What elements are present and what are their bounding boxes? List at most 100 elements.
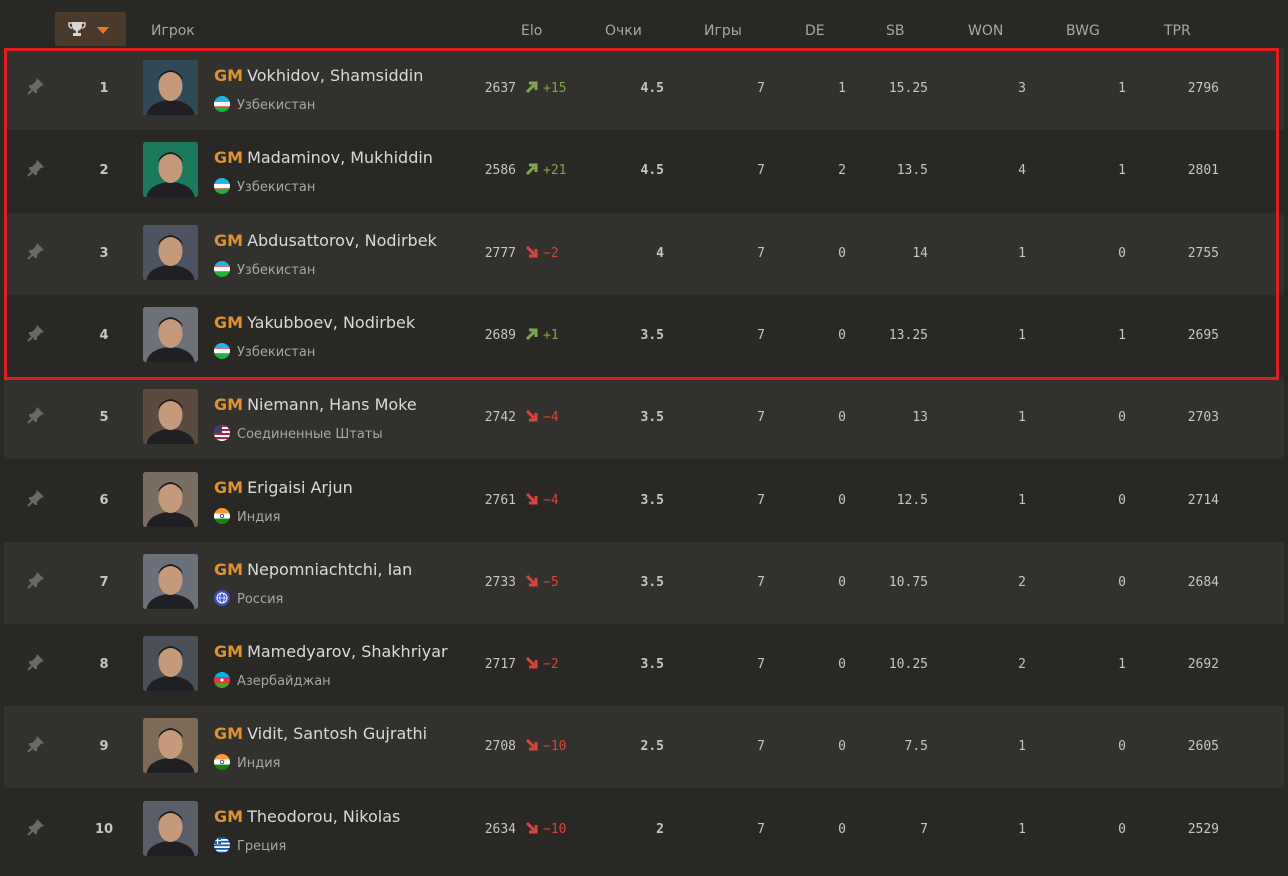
player-title: GM	[214, 806, 244, 826]
table-row[interactable]: 1 GM Vokhidov, Shamsiddin Узбекистан 2637 +15…	[4, 48, 1284, 130]
table-row[interactable]: 6 GM Erigaisi Arjun Индия 2761 −4 3.5 7 0 12.5 1 0 2…	[4, 459, 1284, 542]
rank: 4	[99, 327, 109, 343]
pin-icon[interactable]	[26, 570, 46, 590]
player-name[interactable]: GM Erigaisi Arjun	[214, 478, 353, 498]
table-row[interactable]: 2 GM Madaminov, Mukhiddin Узбекистан 2586 +21…	[4, 130, 1284, 213]
table-row[interactable]: 8 GM Mamedyarov, Shakhriyar Азербайджан 2717…	[4, 624, 1284, 707]
player-name[interactable]: GM Niemann, Hans Moke	[214, 395, 417, 415]
pin-icon[interactable]	[26, 734, 46, 754]
elo-value: 2733	[484, 574, 516, 590]
col-sb[interactable]: SB	[886, 0, 905, 48]
col-elo[interactable]: Elo	[521, 0, 542, 48]
flag-icon	[214, 672, 230, 689]
avatar[interactable]	[143, 718, 198, 774]
table-row[interactable]: 4 GM Yakubboev, Nodirbek Узбекистан 2689 +1 3.…	[4, 294, 1284, 377]
player-name-text[interactable]: Vokhidov, Shamsiddin	[247, 66, 423, 85]
arrow-down-icon	[525, 574, 538, 587]
elo-value: 2742	[484, 410, 516, 426]
avatar[interactable]	[143, 224, 198, 280]
rating-change-value: −4	[543, 492, 559, 508]
elo-value: 2586	[484, 163, 516, 179]
player-name[interactable]: GM Madaminov, Mukhiddin	[214, 148, 433, 168]
player-name[interactable]: GM Nepomniachtchi, Ian	[214, 560, 412, 580]
player-name[interactable]: GM Yakubboev, Nodirbek	[214, 313, 415, 333]
points-value: 3.5	[640, 657, 664, 673]
col-de[interactable]: DE	[805, 0, 825, 48]
table-row[interactable]: 3 GM Abdusattorov, Nodirbek Узбекистан 2777 −…	[4, 212, 1284, 295]
points-value: 3.5	[640, 410, 664, 426]
player-name[interactable]: GM Theodorou, Nikolas	[214, 807, 400, 827]
table-row[interactable]: 10 GM Theodorou, Nikolas Греция 2634 −10 2 7 0 7 1…	[4, 788, 1284, 871]
player-name-text[interactable]: Vidit, Santosh Gujrathi	[247, 724, 427, 743]
avatar[interactable]	[143, 800, 198, 856]
pin-icon[interactable]	[26, 488, 46, 508]
avatar[interactable]	[143, 60, 198, 115]
pin-icon[interactable]	[26, 76, 46, 96]
player-name-text[interactable]: Niemann, Hans Moke	[247, 395, 417, 414]
avatar[interactable]	[143, 471, 198, 527]
federation-name: Греция	[237, 838, 287, 854]
player-title: GM	[214, 642, 244, 662]
games-value: 7	[757, 739, 765, 755]
player-title: GM	[214, 148, 244, 168]
won-value: 1	[1018, 410, 1026, 426]
federation: Узбекистан	[214, 96, 315, 115]
player-name-text[interactable]: Abdusattorov, Nodirbek	[247, 231, 437, 250]
rank: 7	[99, 574, 109, 590]
won-value: 4	[1018, 163, 1026, 179]
col-points[interactable]: Очки	[605, 0, 642, 48]
pin-icon[interactable]	[26, 323, 46, 343]
rating-change: +1	[525, 295, 575, 377]
tpr-value: 2684	[1187, 574, 1219, 590]
table-row[interactable]: 9 GM Vidit, Santosh Gujrathi Индия 2708 −10 2.…	[4, 706, 1284, 789]
pin-icon[interactable]	[26, 817, 46, 837]
player-name-text[interactable]: Mamedyarov, Shakhriyar	[247, 642, 448, 661]
col-tpr[interactable]: TPR	[1164, 0, 1191, 48]
avatar[interactable]	[143, 142, 198, 198]
player-name[interactable]: GM Vokhidov, Shamsiddin	[214, 66, 423, 86]
tpr-value: 2755	[1187, 245, 1219, 261]
games-value: 7	[757, 574, 765, 590]
player-name-text[interactable]: Theodorou, Nikolas	[247, 807, 400, 826]
table-row[interactable]: 7 GM Nepomniachtchi, Ian Россия 2733 −5 3.5 7 0 1…	[4, 541, 1284, 624]
player-name[interactable]: GM Abdusattorov, Nodirbek	[214, 231, 437, 251]
pin-icon[interactable]	[26, 652, 46, 672]
player-name[interactable]: GM Vidit, Santosh Gujrathi	[214, 724, 427, 744]
bwg-value: 0	[1118, 821, 1126, 837]
avatar[interactable]	[143, 636, 198, 692]
table-row[interactable]: 5 GM Niemann, Hans Moke Соединенные Штаты 27…	[4, 377, 1284, 460]
col-player[interactable]: Игрок	[151, 0, 195, 48]
elo-value: 2634	[484, 821, 516, 837]
won-value: 2	[1018, 574, 1026, 590]
sort-by-rank-button[interactable]	[55, 12, 126, 46]
sb-value: 13	[912, 410, 928, 426]
player-name[interactable]: GM Mamedyarov, Shakhriyar	[214, 642, 448, 662]
pin-icon[interactable]	[26, 241, 46, 261]
won-value: 1	[1018, 327, 1026, 343]
pin-icon[interactable]	[26, 405, 46, 425]
points-value: 2.5	[640, 739, 664, 755]
games-value: 7	[757, 821, 765, 837]
player-name-text[interactable]: Madaminov, Mukhiddin	[247, 148, 433, 167]
col-won[interactable]: WON	[968, 0, 1003, 48]
player-name-text[interactable]: Yakubboev, Nodirbek	[247, 313, 415, 332]
won-value: 3	[1018, 81, 1026, 96]
elo-value: 2717	[484, 657, 516, 673]
bwg-value: 0	[1118, 739, 1126, 755]
avatar[interactable]	[143, 389, 198, 445]
won-value: 1	[1018, 492, 1026, 508]
avatar[interactable]	[143, 306, 198, 362]
points-value: 4.5	[640, 163, 664, 179]
avatar[interactable]	[143, 553, 198, 609]
points-value: 3.5	[640, 492, 664, 508]
sb-value: 13.25	[888, 327, 928, 343]
rating-change: −4	[525, 460, 575, 542]
col-bwg[interactable]: BWG	[1066, 0, 1100, 48]
sb-value: 15.25	[888, 81, 928, 96]
bwg-value: 1	[1118, 327, 1126, 343]
col-games[interactable]: Игры	[704, 0, 742, 48]
player-name-text[interactable]: Erigaisi Arjun	[247, 478, 353, 497]
pin-icon[interactable]	[26, 158, 46, 178]
federation-name: Узбекистан	[237, 180, 316, 196]
player-name-text[interactable]: Nepomniachtchi, Ian	[247, 560, 412, 579]
